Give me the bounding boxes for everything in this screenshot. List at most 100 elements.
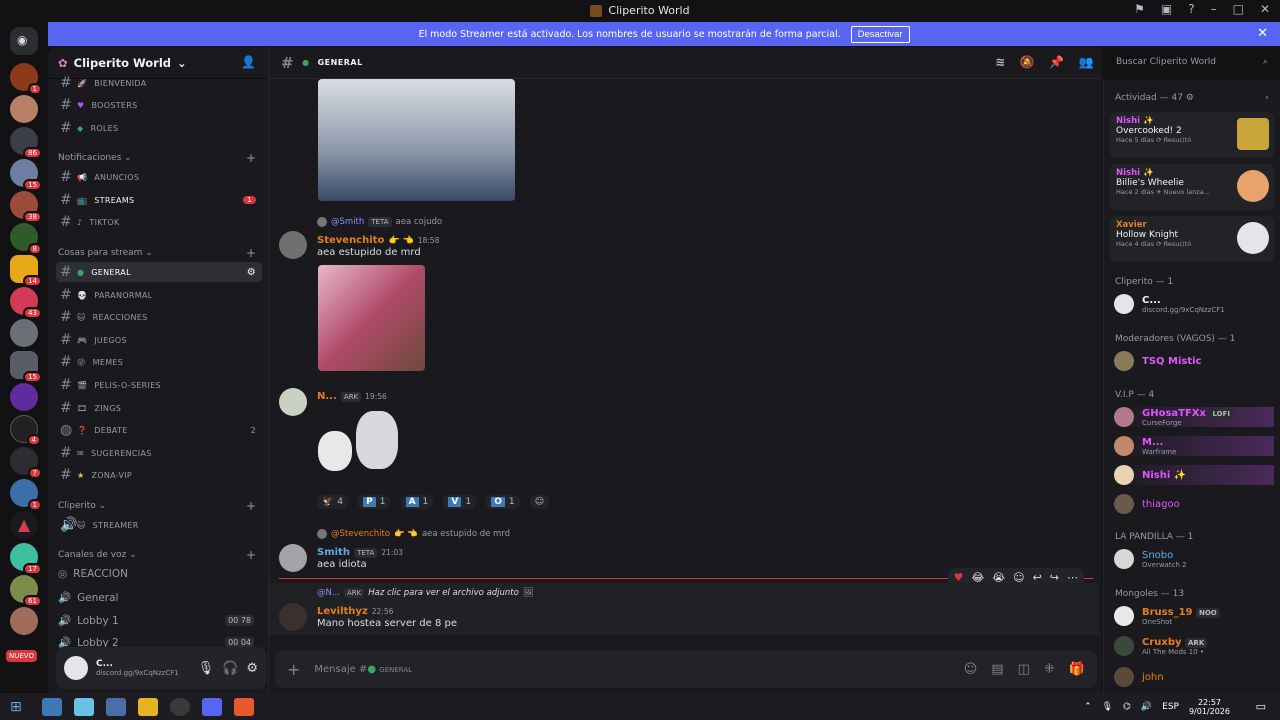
- server-icon[interactable]: 43: [10, 287, 42, 319]
- reaction[interactable]: O 1: [486, 495, 520, 509]
- voice-channel[interactable]: 🔊 Lobby 1 00 78: [58, 614, 258, 627]
- gif-icon[interactable]: ▤: [991, 662, 1003, 677]
- reaction[interactable]: V 1: [443, 495, 477, 509]
- add-reaction-icon[interactable]: ☺: [529, 495, 550, 509]
- member-item[interactable]: C... discord.gg/9xCqNzzCF1: [1114, 294, 1225, 314]
- server-icon[interactable]: [10, 383, 38, 411]
- server-icon[interactable]: 8: [10, 223, 42, 255]
- activity-card[interactable]: Nishi ✨ Billie's Wheelie Hace 2 días ✈ N…: [1110, 164, 1274, 210]
- server-icon[interactable]: 1: [10, 479, 42, 511]
- reaction[interactable]: P 1: [358, 495, 391, 509]
- brave-icon[interactable]: [233, 697, 254, 716]
- reply-preview[interactable]: @N... ARK Haz clic para ver el archivo adj…: [317, 588, 534, 598]
- channel-settings-icon[interactable]: ⚙: [247, 267, 256, 278]
- mic-tray-icon[interactable]: 🎙: [1102, 702, 1113, 712]
- app-icon[interactable]: [169, 697, 190, 716]
- add-member-icon[interactable]: 👤: [241, 55, 256, 69]
- help-icon[interactable]: ?: [1188, 2, 1194, 16]
- reaction[interactable]: 🦅 4: [317, 495, 348, 509]
- channel-item[interactable]: # ♪ TIKTOK: [56, 212, 262, 232]
- member-item[interactable]: M... Warframe: [1114, 436, 1274, 456]
- add-channel-icon[interactable]: +: [246, 499, 256, 513]
- server-icon[interactable]: [10, 95, 38, 123]
- server-icon[interactable]: 61: [10, 575, 42, 607]
- notifications-icon[interactable]: ▭: [1256, 700, 1266, 713]
- channel-item[interactable]: # ◆ ROLES: [56, 118, 262, 138]
- server-icon[interactable]: [10, 319, 38, 347]
- close-window-button[interactable]: ✕: [1260, 2, 1270, 16]
- category-notificaciones[interactable]: Notificaciones ⌄ +: [58, 151, 256, 165]
- channel-item[interactable]: # 📢 ANUNCIOS: [56, 167, 262, 187]
- reply-preview[interactable]: @Stevenchito 👉 👈 aea estupido de mrd: [317, 529, 510, 539]
- voice-channel[interactable]: ◎ REACCION: [58, 568, 128, 580]
- voice-channel[interactable]: 🔊 General: [58, 591, 118, 605]
- sticker-icon[interactable]: ◫: [1018, 662, 1030, 677]
- volume-icon[interactable]: 🔊: [1141, 702, 1152, 712]
- minimize-button[interactable]: –: [1211, 2, 1217, 16]
- channel-item[interactable]: # 😜 MEMES: [56, 352, 262, 372]
- member-item[interactable]: Nishi ✨: [1114, 465, 1274, 485]
- channel-item[interactable]: # 🚀 BIENVENIDA: [56, 73, 262, 93]
- reaction[interactable]: A 1: [400, 495, 434, 509]
- disable-streamer-button[interactable]: Desactivar: [850, 25, 910, 43]
- inbox-icon[interactable]: ⚑: [1134, 2, 1145, 16]
- headphones-icon[interactable]: 🎧: [222, 661, 238, 676]
- member-item[interactable]: Cruxby ARK All The Mods 10 •: [1114, 636, 1208, 656]
- clock[interactable]: 22:57 9/01/2026: [1189, 698, 1230, 716]
- server-icon[interactable]: 86: [10, 127, 42, 159]
- channel-item[interactable]: # 📺 STREAMS 1: [56, 190, 262, 210]
- category-stream[interactable]: Cosas para stream ⌄ +: [58, 246, 256, 260]
- channel-item[interactable]: # 💀 PARANORMAL: [56, 285, 262, 305]
- channel-item[interactable]: 🔊 🐱 STREAMER: [56, 515, 262, 535]
- channel-item[interactable]: # ★ ZONA-VIP: [56, 465, 262, 485]
- tray-chevron-icon[interactable]: ⌃: [1084, 702, 1092, 712]
- pin-icon[interactable]: 📌: [1049, 55, 1064, 69]
- avatar[interactable]: [279, 388, 307, 416]
- gift-icon[interactable]: 🎁: [1069, 662, 1085, 677]
- category-cliperito[interactable]: Cliperito ⌄ +: [58, 499, 256, 513]
- avatar[interactable]: [279, 544, 307, 572]
- mute-bell-icon[interactable]: 🔕: [1020, 55, 1035, 69]
- avatar[interactable]: [279, 231, 307, 259]
- channel-item[interactable]: # 🎮 JUEGOS: [56, 330, 262, 350]
- member-item[interactable]: john: [1114, 667, 1164, 687]
- server-icon[interactable]: 14: [10, 255, 42, 287]
- app-icon[interactable]: [73, 697, 94, 716]
- maximize-button[interactable]: □: [1233, 2, 1244, 16]
- search-input[interactable]: Buscar Cliperito World ⌕: [1110, 52, 1274, 74]
- server-icon[interactable]: 15: [10, 159, 42, 191]
- threads-icon[interactable]: ≋: [995, 55, 1006, 69]
- add-channel-icon[interactable]: +: [246, 548, 256, 562]
- server-icon[interactable]: 17: [10, 543, 42, 575]
- mic-icon[interactable]: 🎙: [198, 661, 215, 676]
- discord-home-icon[interactable]: ◉: [10, 27, 38, 55]
- author-name[interactable]: Stevenchito: [317, 235, 384, 246]
- activity-card[interactable]: Xavier Hollow Knight Hace 4 días ⟳ Resuc…: [1110, 216, 1274, 262]
- apps-icon[interactable]: ⁜: [1044, 662, 1055, 677]
- activity-card[interactable]: Nishi ✨ Overcooked! 2 Hace 5 días ⟳ Resu…: [1110, 112, 1274, 158]
- member-item[interactable]: Snobo Overwatch 2: [1114, 549, 1187, 569]
- channel-item[interactable]: # 🐱 REACCIONES: [56, 307, 262, 327]
- add-attachment-icon[interactable]: +: [287, 660, 300, 679]
- author-name[interactable]: Smith: [317, 547, 350, 558]
- avatar[interactable]: [279, 603, 307, 631]
- member-item[interactable]: Bruss_19 NOO OneShot: [1114, 606, 1220, 626]
- channel-item[interactable]: # ✉ SUGERENCIAS: [56, 443, 262, 463]
- server-icon[interactable]: 38: [10, 191, 42, 223]
- app-icon[interactable]: [41, 697, 62, 716]
- settings-gear-icon[interactable]: ⚙: [246, 661, 258, 676]
- server-icon[interactable]: ▲: [10, 511, 38, 539]
- member-item[interactable]: TSQ Mistic: [1114, 351, 1201, 371]
- members-icon[interactable]: 👥: [1079, 55, 1094, 69]
- server-icon[interactable]: 4: [10, 415, 41, 446]
- member-item[interactable]: GHosaTFXx LOFI CurseForge: [1114, 407, 1274, 427]
- activity-title[interactable]: Actividad — 47 ⚙ ›: [1115, 93, 1269, 103]
- language-indicator[interactable]: ESP: [1162, 702, 1179, 712]
- screen-icon[interactable]: ▣: [1161, 2, 1172, 16]
- channel-item[interactable]: # 🎬 PELIS-O-SERIES: [56, 375, 262, 395]
- folder-icon[interactable]: [137, 697, 158, 716]
- author-name[interactable]: N...: [317, 391, 337, 402]
- network-icon[interactable]: ⌬: [1123, 702, 1131, 712]
- channel-item[interactable]: # 🎞 ZINGS: [56, 398, 262, 418]
- channel-item-general[interactable]: # ● GENERAL ⚙: [56, 262, 262, 282]
